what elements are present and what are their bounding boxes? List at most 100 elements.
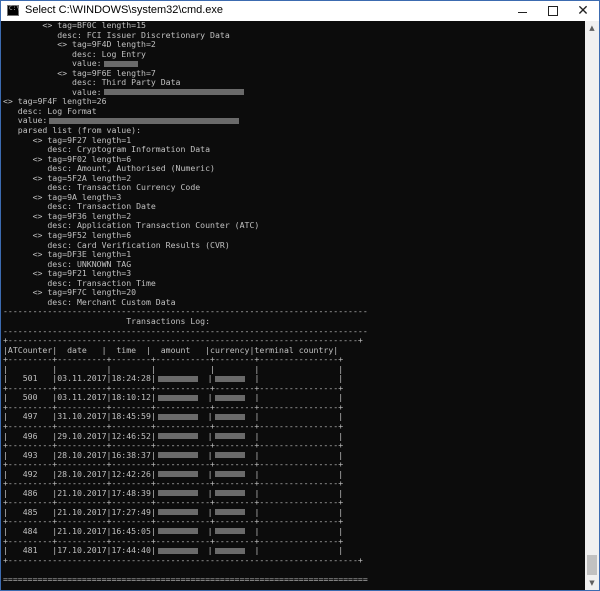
console-line-text: | 497 |31.10.2017|18:45:59| — [3, 411, 156, 422]
console-line-text: value: — [3, 115, 48, 126]
console-line-text: +---------+----------+--------+---------… — [3, 354, 344, 365]
redacted-value — [157, 413, 198, 420]
console-line-text: <> tag=9F21 length=3 — [3, 268, 132, 279]
console-line-text: +---------+----------+--------+---------… — [3, 497, 344, 508]
redacted-value — [157, 471, 198, 478]
console-line-text: | 484 |21.10.2017|16:45:05| — [3, 525, 156, 536]
console-line-text: | | — [244, 411, 344, 422]
console-line-text: desc: Card Verification Results (CVR) — [3, 239, 230, 250]
console-line-text: <> tag=9F4D length=2 — [3, 39, 156, 50]
console-line-text: | — [197, 411, 213, 422]
console-line-text: | — [197, 392, 213, 403]
console-line-text: ----------------------------------------… — [3, 325, 368, 336]
console-line-text: <> tag=9F6E length=7 — [3, 67, 156, 78]
console-line-text: | 492 |28.10.2017|12:42:26| — [3, 468, 156, 479]
console-output[interactable]: <> tag=BF0C length=15 desc: FCI Issuer D… — [1, 21, 585, 590]
minimize-icon — [517, 11, 527, 13]
console-line-text: | | — [244, 525, 344, 536]
redacted-value — [214, 394, 245, 401]
console-line-text: | 500 |03.11.2017|18:10:12| — [3, 392, 156, 403]
console-line-text: desc: Amount, Authorised (Numeric) — [3, 163, 215, 174]
console-line-text: value: — [3, 58, 102, 69]
console-line-text: <> tag=9F36 length=2 — [3, 210, 132, 221]
redacted-value — [157, 394, 198, 401]
console-line-text: | | — [244, 392, 344, 403]
console-line-text: desc: FCI Issuer Discretionary Data — [3, 29, 230, 40]
console-line-text: <> tag=DF3E length=1 — [3, 249, 132, 260]
window-title: Select C:\WINDOWS\system32\cmd.exe — [25, 4, 224, 16]
console-line-text: |ATCounter| date | time | amount |curren… — [3, 344, 339, 355]
redacted-value — [103, 60, 138, 67]
console-line-text: desc: Log Entry — [3, 48, 146, 59]
redacted-value — [214, 433, 245, 440]
console-line-text: | — [197, 525, 213, 536]
scroll-down-arrow-icon[interactable]: ▼ — [585, 576, 599, 590]
title-bar[interactable]: Select C:\WINDOWS\system32\cmd.exe ✕ — [1, 1, 599, 21]
console-line-text: <> tag=9F7C length=20 — [3, 287, 137, 298]
redacted-value — [103, 89, 244, 96]
console-line-text: desc: Transaction Currency Code — [3, 182, 201, 193]
console-line-text: | — [197, 373, 213, 384]
console-line-text: | | — [244, 545, 344, 556]
console-line-text: | | — [244, 506, 344, 517]
console-line-text: desc: Merchant Custom Data — [3, 296, 176, 307]
console-line-text: +---------+----------+--------+---------… — [3, 382, 344, 393]
cmd-window: Select C:\WINDOWS\system32\cmd.exe ✕ <> … — [0, 0, 600, 591]
maximize-button[interactable] — [538, 1, 568, 21]
console-line-text: +---------+----------+--------+---------… — [3, 401, 344, 412]
console-line-text: | — [197, 487, 213, 498]
scrollbar-thumb[interactable] — [587, 555, 597, 575]
console-line-text: +---------+----------+--------+---------… — [3, 459, 344, 470]
console-line-text: <> tag=9F52 length=6 — [3, 230, 132, 241]
redacted-value — [157, 375, 198, 382]
console-line-text: value: — [3, 86, 102, 97]
redacted-value — [157, 509, 198, 516]
redacted-value — [157, 528, 198, 535]
console-line-text: +---------------------------------------… — [3, 335, 363, 346]
console-line-text: +---------+----------+--------+---------… — [3, 535, 344, 546]
close-button[interactable]: ✕ — [568, 1, 598, 21]
console-lines: <> tag=BF0C length=15 desc: FCI Issuer D… — [3, 21, 368, 584]
console-line-text: | | — [244, 468, 344, 479]
console-line-text: | 496 |29.10.2017|12:46:52| — [3, 430, 156, 441]
redacted-value — [214, 528, 245, 535]
console-line-text: desc: Cryptogram Information Data — [3, 144, 211, 155]
console-line-text: +---------+----------+--------+---------… — [3, 516, 344, 527]
console-line-text: +---------+----------+--------+---------… — [3, 440, 344, 451]
scroll-up-arrow-icon[interactable]: ▲ — [585, 21, 599, 35]
console-line-text: <> tag=9F02 length=6 — [3, 153, 132, 164]
console-line-text: <> tag=9A length=3 — [3, 191, 122, 202]
console-line-text: | 493 |28.10.2017|16:38:37| — [3, 449, 156, 460]
vertical-scrollbar[interactable]: ▲ ▼ — [585, 21, 599, 590]
console-line-text: desc: Log Format — [3, 105, 97, 116]
console-line-text: desc: UNKNOWN TAG — [3, 258, 132, 269]
console-line-text: | | — [244, 487, 344, 498]
redacted-value — [214, 471, 245, 478]
console-line-text: desc: Application Transaction Counter (A… — [3, 220, 260, 231]
console-line-text: | | — [244, 449, 344, 460]
redacted-value — [214, 375, 245, 382]
console-line: +---------------------------------------… — [3, 554, 368, 566]
redacted-value — [157, 547, 198, 554]
cmd-app-icon[interactable] — [7, 5, 20, 16]
console-line-text: | 481 |17.10.2017|17:44:40| — [3, 545, 156, 556]
console-line-text: | | — [244, 373, 344, 384]
console-line-text: +---------+----------+--------+---------… — [3, 478, 344, 489]
console-line-text: desc: Third Party Data — [3, 77, 181, 88]
console-line-text: ----------------------------------------… — [3, 306, 368, 317]
console-line-text: | 501 |03.11.2017|18:24:28| — [3, 373, 156, 384]
console-line-text: | | — [244, 430, 344, 441]
console-line-text: <> tag=5F2A length=2 — [3, 172, 132, 183]
console-line-text: desc: Transaction Time — [3, 277, 156, 288]
console-line-text: | — [197, 506, 213, 517]
minimize-button[interactable] — [507, 1, 537, 21]
console-line-text: | — [197, 468, 213, 479]
redacted-value — [214, 452, 245, 459]
redacted-value — [214, 509, 245, 516]
console-line-text: +---------------------------------------… — [3, 554, 363, 565]
redacted-value — [214, 547, 245, 554]
console-line-text: | | | | | | | — [3, 363, 344, 374]
console-line-text: <> tag=9F4F length=26 — [3, 96, 107, 107]
console-line-text: | 485 |21.10.2017|17:27:49| — [3, 506, 156, 517]
console-line-text: ========================================… — [3, 573, 368, 584]
